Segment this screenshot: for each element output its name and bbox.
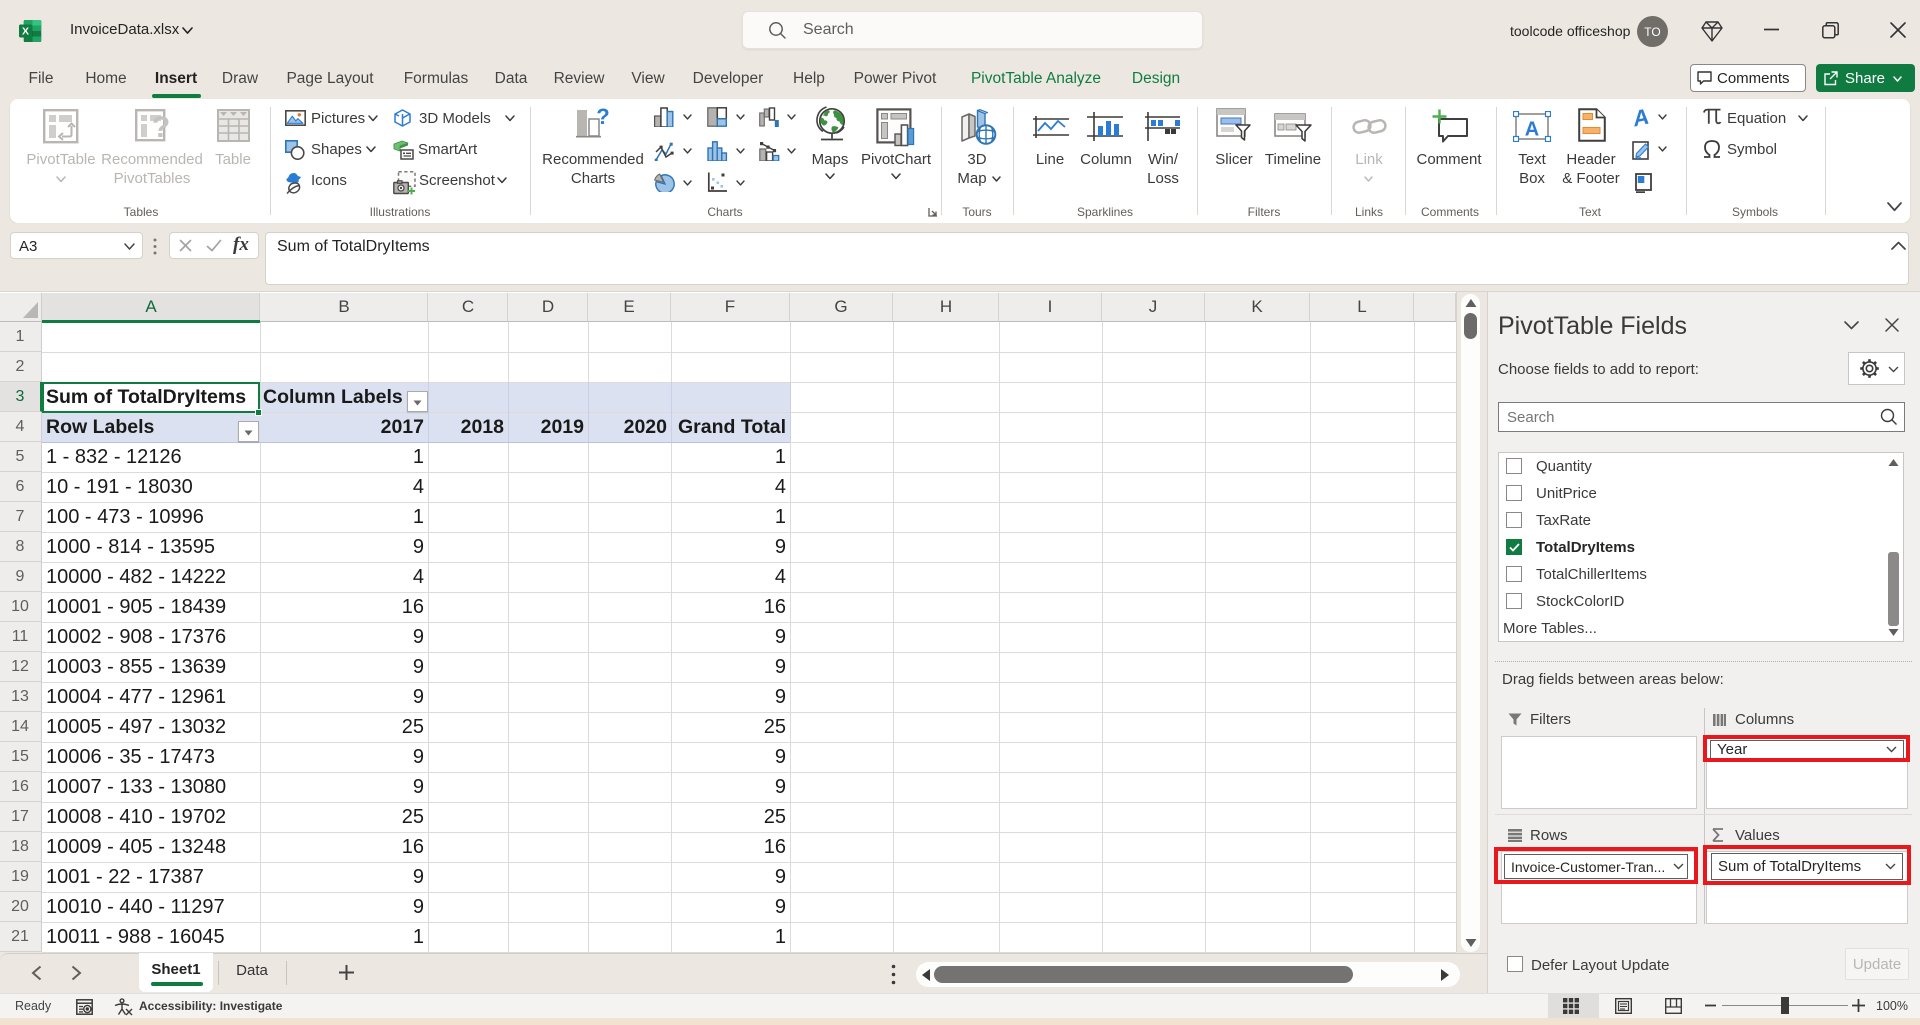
svg-text:X: X <box>22 26 29 38</box>
svg-text:?: ? <box>152 111 170 144</box>
svg-text:?: ? <box>596 108 609 129</box>
svg-text:A: A <box>1630 108 1651 128</box>
svg-text:A: A <box>1525 119 1539 141</box>
